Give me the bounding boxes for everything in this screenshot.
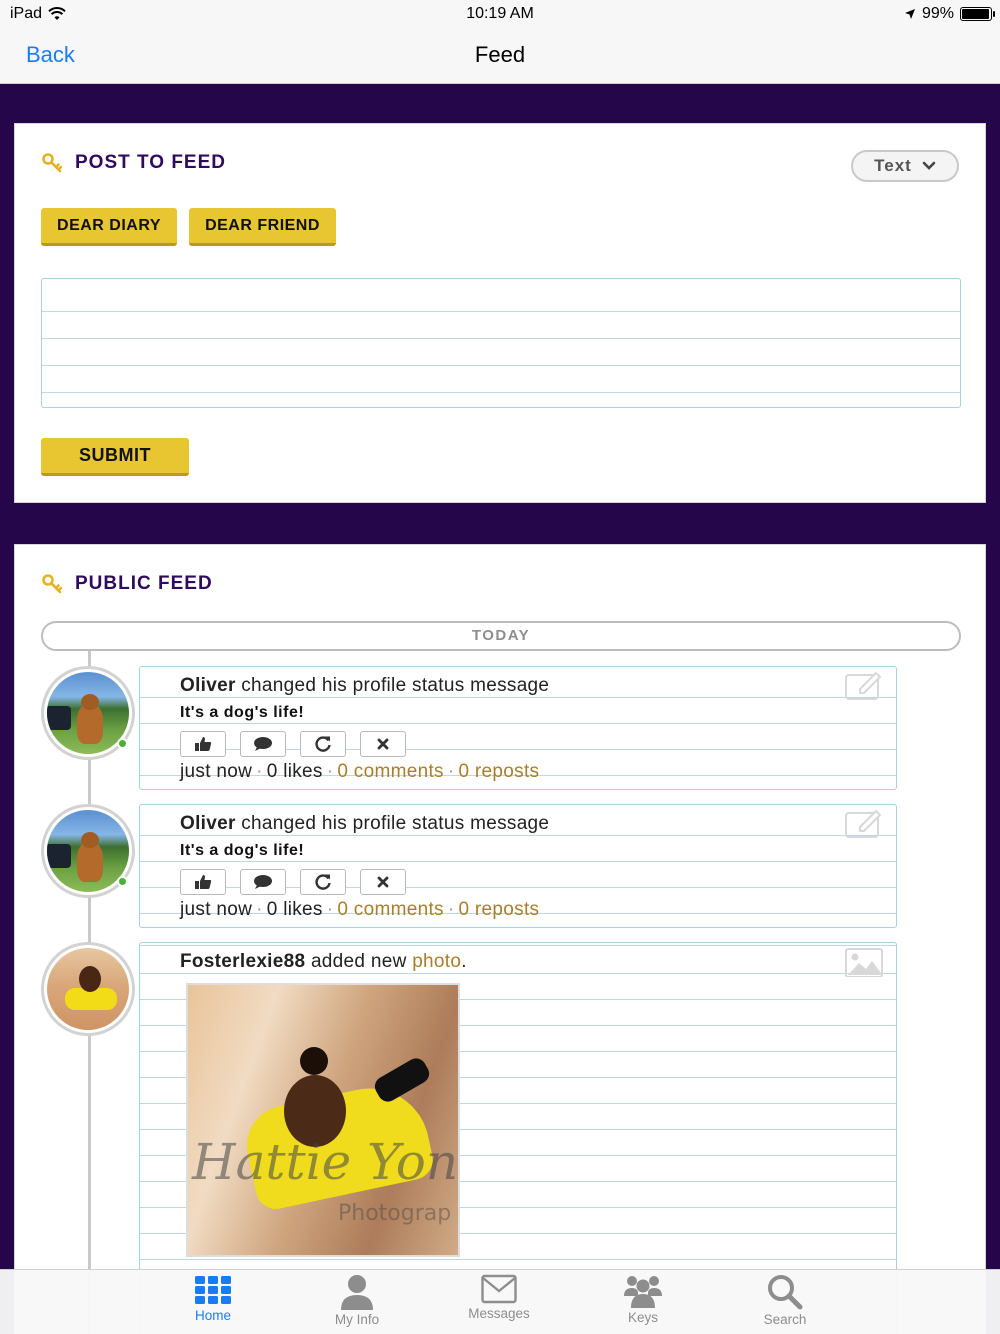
dear-diary-button[interactable]: DEAR DIARY [41, 208, 177, 246]
tab-search[interactable]: Search [730, 1274, 840, 1327]
post-photo[interactable]: Hattie Yonan Photograp [186, 983, 460, 1257]
refresh-icon [315, 874, 331, 890]
post-textarea[interactable] [41, 278, 961, 408]
speech-bubble-icon [254, 875, 272, 889]
tab-keys[interactable]: Keys [588, 1274, 698, 1325]
public-feed-header: PUBLIC FEED [41, 573, 213, 595]
post-action-text: changed his profile status message [235, 813, 550, 834]
comment-button[interactable] [240, 731, 286, 757]
post-type-value: Text [874, 156, 912, 175]
photo-watermark-sub: Photograp [338, 1201, 452, 1226]
envelope-icon [481, 1274, 517, 1304]
post-action-text: changed his profile status message [235, 675, 550, 696]
post-actions [180, 731, 406, 757]
photo-watermark: Hattie Yonan [192, 1133, 459, 1191]
user-photo [47, 948, 129, 1030]
online-indicator [117, 738, 128, 749]
tab-label: Keys [627, 1310, 658, 1325]
tab-bar: Home My Info Messages Keys Search [0, 1269, 1000, 1334]
refresh-icon [315, 736, 331, 752]
post-time: just now [180, 761, 253, 782]
post-to-feed-card: POST TO FEED Text DEAR DIARY DEAR FRIEND… [14, 123, 986, 503]
feed-post: Oliver changed his profile status messag… [139, 666, 897, 790]
key-icon [42, 153, 63, 173]
comments-link[interactable]: 0 comments [337, 761, 443, 782]
tab-label: My Info [334, 1312, 380, 1327]
remove-button[interactable] [360, 869, 406, 895]
section-title: POST TO FEED [75, 152, 227, 173]
edit-pencil-icon [845, 809, 882, 838]
post-headline: Fosterlexie88 added new photo. [180, 951, 467, 973]
avatar[interactable] [41, 942, 135, 1036]
post-user-link[interactable]: Oliver [180, 813, 236, 834]
remove-button[interactable] [360, 731, 406, 757]
tab-my-info[interactable]: My Info [302, 1274, 412, 1327]
submit-button[interactable]: SUBMIT [41, 438, 189, 476]
post-status-text: It's a dog's life! [180, 842, 305, 859]
like-button[interactable] [180, 731, 226, 757]
status-bar: iPad 10:19 AM 99% [0, 0, 1000, 28]
close-icon [377, 738, 389, 750]
post-user-link[interactable]: Fosterlexie88 [180, 951, 305, 972]
image-icon [845, 948, 883, 977]
online-indicator [117, 876, 128, 887]
post-action-suffix: . [461, 951, 467, 972]
magnifier-icon [768, 1275, 803, 1310]
post-action-text: added new [305, 951, 413, 972]
tab-messages[interactable]: Messages [444, 1274, 554, 1321]
thumbs-up-icon [195, 875, 212, 889]
post-to-feed-header: POST TO FEED [41, 152, 226, 174]
reposts-link[interactable]: 0 reposts [458, 899, 539, 920]
post-headline: Oliver changed his profile status messag… [180, 813, 549, 835]
clock: 10:19 AM [466, 5, 534, 22]
post-meta: just now · 0 likes · 0 comments · 0 reposts [180, 761, 540, 782]
reposts-link[interactable]: 0 reposts [458, 761, 539, 782]
likes-count: 0 likes [266, 761, 323, 782]
comments-link[interactable]: 0 comments [337, 899, 443, 920]
page-title: Feed [474, 42, 526, 67]
person-icon [341, 1275, 373, 1310]
speech-bubble-icon [254, 737, 272, 751]
dear-friend-button[interactable]: DEAR FRIEND [189, 208, 336, 246]
tab-home[interactable]: Home [158, 1274, 268, 1323]
avatar[interactable] [41, 666, 135, 760]
avatar[interactable] [41, 804, 135, 898]
close-icon [377, 876, 389, 888]
tab-label: Home [194, 1308, 231, 1323]
battery-icon [960, 7, 995, 21]
key-icon [42, 574, 63, 594]
public-feed-card: PUBLIC FEED TODAY Oliver changed his pro… [14, 544, 986, 1334]
edit-pencil-icon [845, 671, 882, 700]
like-button[interactable] [180, 869, 226, 895]
comment-button[interactable] [240, 869, 286, 895]
group-icon [624, 1276, 662, 1308]
repost-button[interactable] [300, 731, 346, 757]
tab-label: Messages [468, 1306, 530, 1321]
chevron-down-icon [922, 161, 936, 170]
post-user-link[interactable]: Oliver [180, 675, 236, 696]
post-type-select[interactable]: Text [851, 150, 959, 182]
battery-percent: 99% [921, 5, 954, 22]
today-divider: TODAY [41, 621, 961, 651]
post-time: just now [180, 899, 253, 920]
repost-button[interactable] [300, 869, 346, 895]
navigation-bar: Back Feed [0, 28, 1000, 84]
grid-icon [195, 1276, 231, 1304]
likes-count: 0 likes [266, 899, 323, 920]
location-arrow-icon [904, 9, 915, 19]
section-title: PUBLIC FEED [75, 573, 213, 594]
post-status-text: It's a dog's life! [180, 704, 305, 721]
tab-label: Search [763, 1312, 807, 1327]
post-actions [180, 869, 406, 895]
post-headline: Oliver changed his profile status messag… [180, 675, 549, 697]
post-meta: just now · 0 likes · 0 comments · 0 reposts [180, 899, 540, 920]
thumbs-up-icon [195, 737, 212, 751]
photo-link[interactable]: photo [412, 951, 461, 972]
feed-post: Oliver changed his profile status messag… [139, 804, 897, 928]
